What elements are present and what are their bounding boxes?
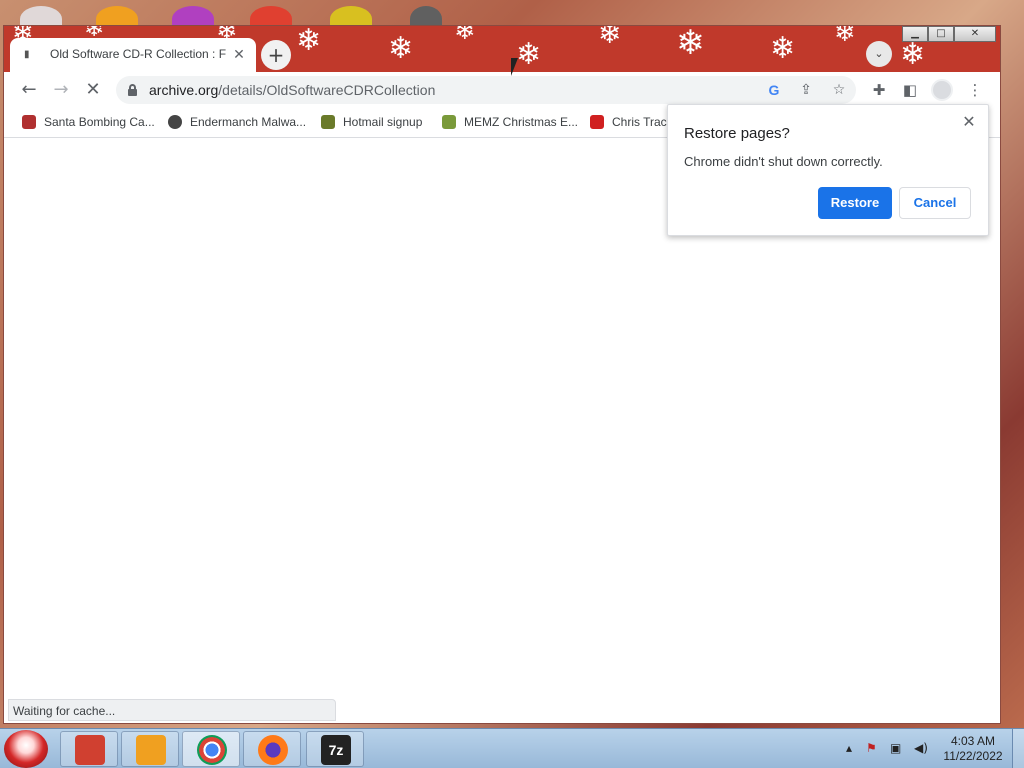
snowflake-decoration: ❄ xyxy=(900,37,926,72)
cancel-button[interactable]: Cancel xyxy=(899,187,971,219)
taskbar-firefox[interactable] xyxy=(243,731,301,767)
volume-icon[interactable]: ◀) xyxy=(914,741,928,755)
share-icon[interactable]: ⇪ xyxy=(796,80,816,100)
taskbar-file-explorer[interactable] xyxy=(60,731,118,767)
snowflake-decoration: ❄ xyxy=(454,26,476,46)
taskbar-chrome[interactable] xyxy=(182,731,240,767)
taskbar: 7z ▴ ⚑ ▣ ◀) 4:03 AM 11/22/2022 xyxy=(0,728,1024,768)
show-hidden-icons-icon[interactable]: ▴ xyxy=(846,741,852,755)
url-text[interactable]: archive.org/details/OldSoftwareCDRCollec… xyxy=(149,82,435,98)
tab-search-button[interactable]: ⌄ xyxy=(866,41,892,67)
tab-active[interactable]: ▮ Old Software CD-R Collection : F ✕ xyxy=(10,38,256,72)
taskbar-7zip[interactable]: 7z xyxy=(306,731,364,767)
bookmark-star-icon[interactable]: ☆ xyxy=(829,80,849,100)
snowflake-decoration: ❄ xyxy=(834,26,856,48)
bookmark-label: Chris Track xyxy=(612,115,673,129)
snowflake-decoration: ❄ xyxy=(598,26,622,50)
mouse-cursor xyxy=(511,58,518,76)
stop-loading-icon[interactable]: ✕ xyxy=(80,77,106,103)
status-bubble: Waiting for cache... xyxy=(8,699,336,721)
file-explorer-icon xyxy=(75,735,105,765)
bookmark-item[interactable]: Santa Bombing Ca... xyxy=(22,115,155,129)
lock-icon[interactable] xyxy=(128,84,137,96)
bookmark-item[interactable]: Hotmail signup xyxy=(321,115,422,129)
snowflake-decoration: ❄ xyxy=(770,31,796,66)
bookmark-item[interactable]: Endermanch Malwa... xyxy=(168,115,306,129)
firefox-icon xyxy=(258,735,288,765)
menu-icon[interactable]: ⋮ xyxy=(962,77,988,103)
start-button[interactable] xyxy=(4,730,48,768)
chrome-icon xyxy=(197,735,227,765)
address-bar[interactable]: archive.org/details/OldSoftwareCDRCollec… xyxy=(116,76,856,104)
skull-icon xyxy=(168,115,182,129)
bookmark-label: MEMZ Christmas E... xyxy=(464,115,579,129)
profile-avatar[interactable] xyxy=(931,79,953,101)
bookmark-item[interactable]: Chris Track xyxy=(590,115,673,129)
santa-icon xyxy=(22,115,36,129)
back-icon[interactable]: ← xyxy=(16,77,42,103)
url-path: /details/OldSoftwareCDRCollection xyxy=(218,82,436,98)
new-tab-button[interactable]: + xyxy=(261,40,291,70)
restore-pages-dialog: Restore pages? Chrome didn't shut down c… xyxy=(667,104,989,236)
url-host: archive.org xyxy=(149,82,219,98)
taskbar-media-player[interactable] xyxy=(121,731,179,767)
google-lens-icon[interactable]: G xyxy=(764,80,784,100)
clock-date: 11/22/2022 xyxy=(943,749,1003,763)
snowflake-decoration: ❄ xyxy=(516,37,542,72)
network-icon[interactable]: ▣ xyxy=(890,741,901,755)
maximize-button[interactable]: □ xyxy=(928,26,954,42)
minimize-button[interactable]: ▁ xyxy=(902,26,928,42)
bookmark-item[interactable]: MEMZ Christmas E... xyxy=(442,115,578,129)
people-icon xyxy=(321,115,335,129)
extensions-icon[interactable]: ✚ xyxy=(866,77,892,103)
bookmark-label: Endermanch Malwa... xyxy=(190,115,307,129)
7zip-icon: 7z xyxy=(321,735,351,765)
clock[interactable]: 4:03 AM 11/22/2022 xyxy=(938,734,1008,764)
dialog-message: Chrome didn't shut down correctly. xyxy=(684,154,883,169)
side-panel-icon[interactable]: ◧ xyxy=(897,77,923,103)
archive-icon: ▮ xyxy=(24,49,30,60)
title-bar[interactable]: ❄ ❄ ❄ ❄ ❄ ❄ ❄ ❄ ❄ ❄ ❄ ❄ ▁ □ ✕ ▮ Old Soft… xyxy=(4,26,1000,72)
snowflake-decoration: ❄ xyxy=(388,31,414,66)
ornament-icon xyxy=(590,115,604,129)
bookmark-label: Santa Bombing Ca... xyxy=(44,115,155,129)
clock-time: 4:03 AM xyxy=(950,734,996,748)
dialog-close-icon[interactable]: ✕ xyxy=(958,111,980,133)
media-player-icon xyxy=(136,735,166,765)
sled-icon xyxy=(442,115,456,129)
show-desktop-button[interactable] xyxy=(1012,729,1024,768)
tab-title: Old Software CD-R Collection : F xyxy=(50,47,226,61)
dialog-title: Restore pages? xyxy=(684,125,790,142)
restore-button[interactable]: Restore xyxy=(818,187,892,219)
forward-icon[interactable]: → xyxy=(48,77,74,103)
tab-close-icon[interactable]: ✕ xyxy=(230,46,248,64)
snowflake-decoration: ❄ xyxy=(296,26,322,58)
close-window-button[interactable]: ✕ xyxy=(954,26,996,42)
bookmark-label: Hotmail signup xyxy=(343,115,423,129)
action-center-icon[interactable]: ⚑ xyxy=(866,741,877,755)
toolbar: ← → ✕ archive.org/details/OldSoftwareCDR… xyxy=(4,72,1000,108)
snowflake-decoration: ❄ xyxy=(676,26,705,63)
